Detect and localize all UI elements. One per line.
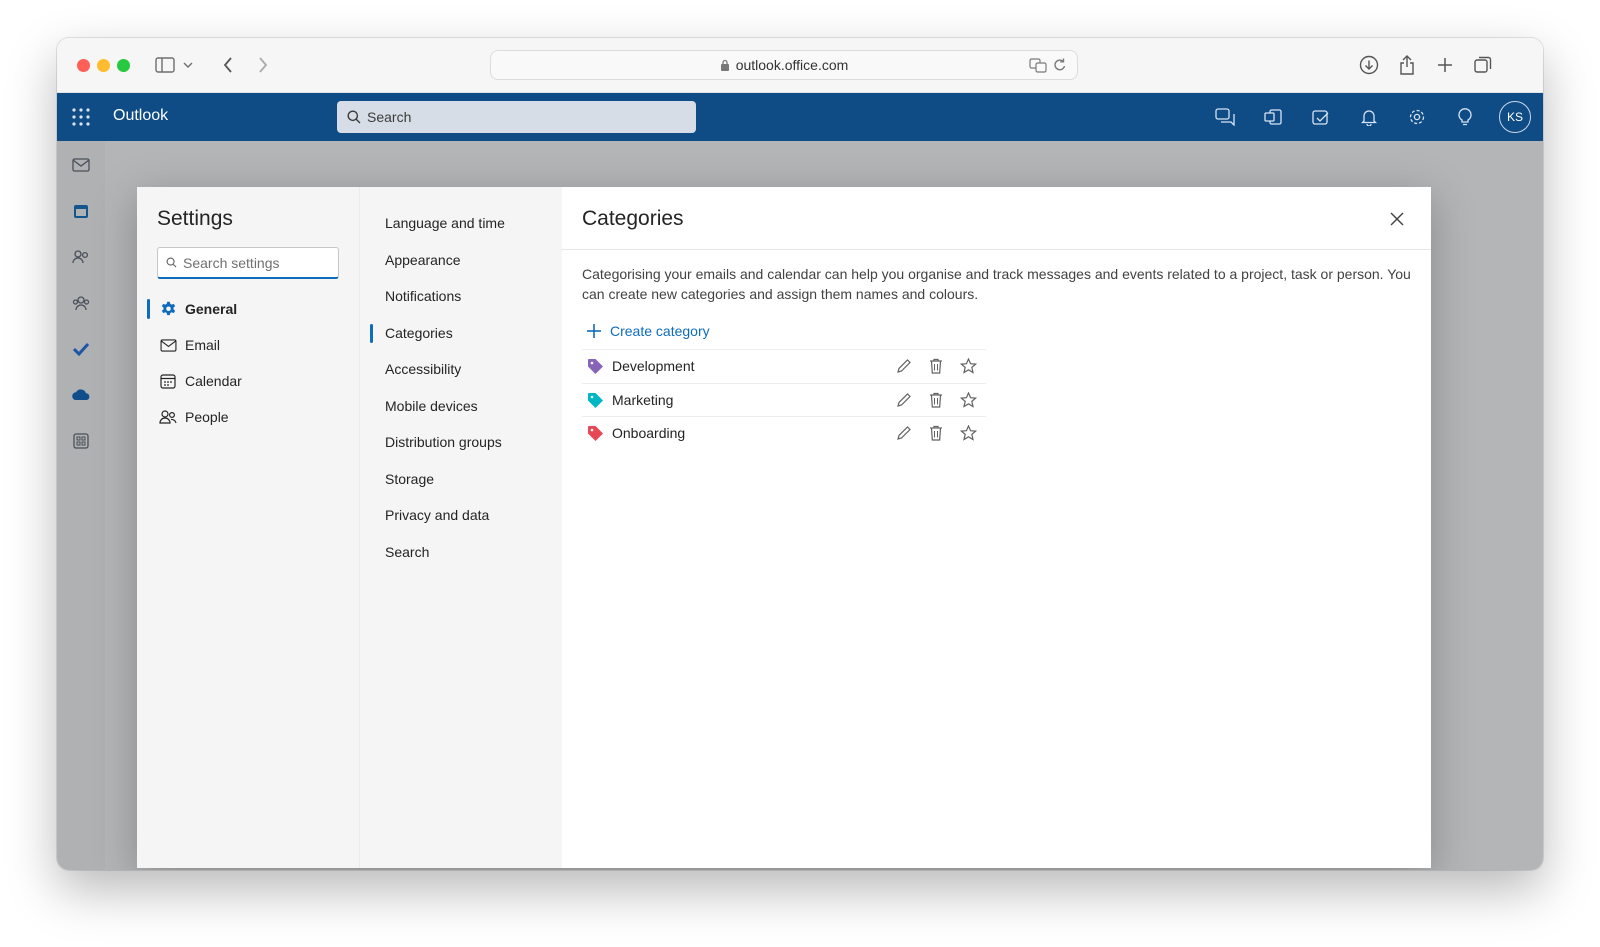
delete-icon[interactable] xyxy=(926,356,946,376)
subnav-item-search[interactable]: Search xyxy=(370,534,553,571)
app-launcher-icon[interactable] xyxy=(71,107,91,127)
close-window-button[interactable] xyxy=(77,59,90,72)
tag-icon xyxy=(586,424,604,442)
search-icon xyxy=(347,110,367,124)
subnav-item-accessibility[interactable]: Accessibility xyxy=(370,351,553,388)
categories-description: Categorising your emails and calendar ca… xyxy=(582,266,1411,302)
settings-title: Settings xyxy=(157,207,233,230)
settings-primary-pane: Settings General xyxy=(137,187,374,868)
edit-icon[interactable] xyxy=(894,390,914,410)
star-icon[interactable] xyxy=(958,356,978,376)
edit-icon[interactable] xyxy=(894,356,914,376)
category-name: Marketing xyxy=(612,391,674,408)
nav-item-email[interactable]: Email xyxy=(147,327,349,363)
teams-chat-icon[interactable] xyxy=(1211,101,1239,133)
lightbulb-icon[interactable] xyxy=(1451,101,1479,133)
tag-icon xyxy=(586,357,604,375)
mail-icon xyxy=(159,336,177,354)
page-title: Categories xyxy=(582,207,684,230)
settings-search-box[interactable] xyxy=(157,247,374,279)
category-list: Development Marketing Onboarding xyxy=(582,349,986,450)
category-name: Onboarding xyxy=(612,425,686,442)
address-url: outlook.office.com xyxy=(735,57,849,73)
subnav-item-distribution-groups[interactable]: Distribution groups xyxy=(370,424,553,461)
subnav-item-language-and-time[interactable]: Language and time xyxy=(370,205,553,242)
translate-icon[interactable] xyxy=(1029,57,1047,76)
settings-secondary-nav: Language and time Appearance Notificatio… xyxy=(370,205,553,570)
address-bar[interactable]: outlook.office.com xyxy=(490,50,1078,80)
star-icon[interactable] xyxy=(958,390,978,410)
subnav-item-notifications[interactable]: Notifications xyxy=(370,278,553,315)
app-search-box[interactable]: Search xyxy=(337,101,696,133)
bell-icon[interactable] xyxy=(1355,101,1383,133)
new-tab-icon[interactable] xyxy=(1433,53,1457,77)
settings-search-input[interactable] xyxy=(183,254,364,271)
tag-icon xyxy=(586,391,604,409)
app-header: Outlook Search KS xyxy=(57,93,1543,141)
category-name: Development xyxy=(612,358,695,375)
gear-icon xyxy=(159,300,177,318)
subnav-item-storage[interactable]: Storage xyxy=(370,461,553,498)
close-dialog-button[interactable] xyxy=(1385,207,1409,231)
back-icon[interactable] xyxy=(216,53,240,77)
settings-dialog: Settings General xyxy=(137,187,1431,868)
sidebar-toggle-icon[interactable] xyxy=(153,53,177,77)
avatar[interactable]: KS xyxy=(1499,101,1531,133)
tab-overview-icon[interactable] xyxy=(1471,53,1495,77)
subnav-item-mobile-devices[interactable]: Mobile devices xyxy=(370,388,553,425)
people-icon xyxy=(159,408,177,426)
app-brand[interactable]: Outlook xyxy=(113,107,168,125)
plus-icon xyxy=(587,324,601,338)
forward-icon[interactable] xyxy=(251,53,275,77)
nav-label: People xyxy=(185,409,229,425)
calendar-icon xyxy=(159,372,177,390)
categories-pane: Categories Categorising your emails and … xyxy=(562,187,1431,868)
settings-primary-nav: General Email Calendar People xyxy=(147,291,349,435)
header-divider xyxy=(562,249,1431,250)
list-item: Development xyxy=(582,349,986,383)
maximize-window-button[interactable] xyxy=(117,59,130,72)
search-icon xyxy=(166,257,177,268)
minimize-window-button[interactable] xyxy=(97,59,110,72)
settings-secondary-pane: Language and time Appearance Notificatio… xyxy=(359,187,562,868)
create-category-button[interactable]: Create category xyxy=(586,323,710,339)
chevron-down-icon[interactable] xyxy=(181,53,195,77)
share-icon[interactable] xyxy=(1395,53,1419,77)
close-icon xyxy=(1390,212,1404,226)
my-day-icon[interactable] xyxy=(1307,101,1335,133)
subnav-item-appearance[interactable]: Appearance xyxy=(370,242,553,279)
list-item: Onboarding xyxy=(582,416,986,450)
office-icon[interactable] xyxy=(1259,101,1287,133)
subnav-item-privacy-and-data[interactable]: Privacy and data xyxy=(370,497,553,534)
browser-window: outlook.office.com Outlook Search KS Set… xyxy=(57,38,1543,870)
edit-icon[interactable] xyxy=(894,423,914,443)
list-item: Marketing xyxy=(582,382,986,417)
nav-label: Calendar xyxy=(185,373,242,389)
gear-icon[interactable] xyxy=(1403,101,1431,133)
browser-toolbar: outlook.office.com xyxy=(57,38,1543,93)
delete-icon[interactable] xyxy=(926,390,946,410)
subnav-item-categories[interactable]: Categories xyxy=(370,315,553,352)
nav-label: Email xyxy=(185,337,221,353)
nav-label: General xyxy=(185,301,238,317)
star-icon[interactable] xyxy=(958,423,978,443)
nav-item-general[interactable]: General xyxy=(147,291,349,327)
download-icon[interactable] xyxy=(1357,53,1381,77)
outlook-app: Outlook Search KS Settings Search settin… xyxy=(57,93,1543,870)
lock-icon xyxy=(720,59,730,72)
create-category-label: Create category xyxy=(610,323,710,339)
nav-item-people[interactable]: People xyxy=(147,399,349,435)
nav-item-calendar[interactable]: Calendar xyxy=(147,363,349,399)
reload-icon[interactable] xyxy=(1053,57,1067,76)
delete-icon[interactable] xyxy=(926,423,946,443)
app-search-placeholder: Search xyxy=(367,109,412,125)
